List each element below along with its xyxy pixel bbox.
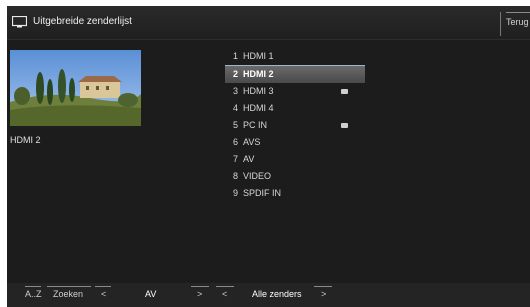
channel-number: 8: [233, 171, 239, 181]
channel-number: 5: [233, 120, 239, 130]
mode-value: AV: [145, 289, 157, 299]
channel-item[interactable]: 4 HDMI 4: [225, 100, 365, 117]
filter-prev-button[interactable]: <: [222, 289, 227, 299]
channel-item[interactable]: 3 HDMI 3: [225, 83, 365, 100]
az-sort-button[interactable]: A..Z: [25, 289, 42, 299]
channel-number: 3: [233, 86, 239, 96]
channel-number: 2: [233, 69, 239, 79]
channel-name: HDMI 3: [243, 86, 274, 96]
channel-item[interactable]: 8 VIDEO: [225, 168, 365, 185]
title-bar: Uitgebreide zenderlijst Terug: [7, 6, 530, 40]
signal-icon: [341, 89, 348, 94]
channel-number: 1: [233, 51, 239, 61]
mode-prev-button[interactable]: <: [101, 289, 106, 299]
divider: [25, 286, 41, 287]
channel-number: 9: [233, 188, 239, 198]
channel-item[interactable]: 1 HDMI 1: [225, 48, 365, 65]
channel-name: AVS: [243, 137, 261, 147]
channel-name: PC IN: [243, 120, 268, 130]
channel-item[interactable]: 2 HDMI 2: [225, 65, 365, 83]
divider: [216, 286, 234, 287]
channel-name: HDMI 4: [243, 103, 274, 113]
channel-name: SPDIF IN: [243, 188, 282, 198]
tv-screen: Uitgebreide zenderlijst Terug HDMI 2 1 HD…: [7, 6, 530, 307]
preview-label: HDMI 2: [10, 135, 41, 145]
channel-name: HDMI 2: [243, 69, 274, 79]
search-button[interactable]: Zoeken: [53, 289, 83, 299]
divider: [47, 286, 91, 287]
back-button[interactable]: Terug: [500, 12, 530, 36]
channel-item[interactable]: 5 PC IN: [225, 117, 365, 134]
divider: [314, 286, 332, 287]
signal-icon: [341, 123, 348, 128]
channel-name: AV: [243, 154, 255, 164]
channel-name: VIDEO: [243, 171, 272, 181]
bottom-bar: A..Z Zoeken < AV > < Alle zenders >: [7, 283, 530, 307]
channel-number: 4: [233, 103, 239, 113]
page-title: Uitgebreide zenderlijst: [33, 16, 132, 27]
channel-item[interactable]: 9 SPDIF IN: [225, 185, 365, 202]
filter-next-button[interactable]: >: [321, 289, 326, 299]
channel-preview-image: [10, 50, 141, 126]
channel-list: 1 HDMI 1 2 HDMI 2 3 HDMI 3 4 HDMI 4 5 PC IN 6 AVS 7 A…: [225, 48, 365, 202]
channel-item[interactable]: 7 AV: [225, 151, 365, 168]
mode-next-button[interactable]: >: [197, 289, 202, 299]
divider: [95, 286, 111, 287]
channel-number: 7: [233, 154, 239, 164]
channel-number: 6: [233, 137, 239, 147]
filter-value: Alle zenders: [252, 289, 302, 299]
channel-name: HDMI 1: [243, 51, 274, 61]
channel-item[interactable]: 6 AVS: [225, 134, 365, 151]
tv-icon: [12, 16, 27, 28]
divider: [191, 286, 209, 287]
